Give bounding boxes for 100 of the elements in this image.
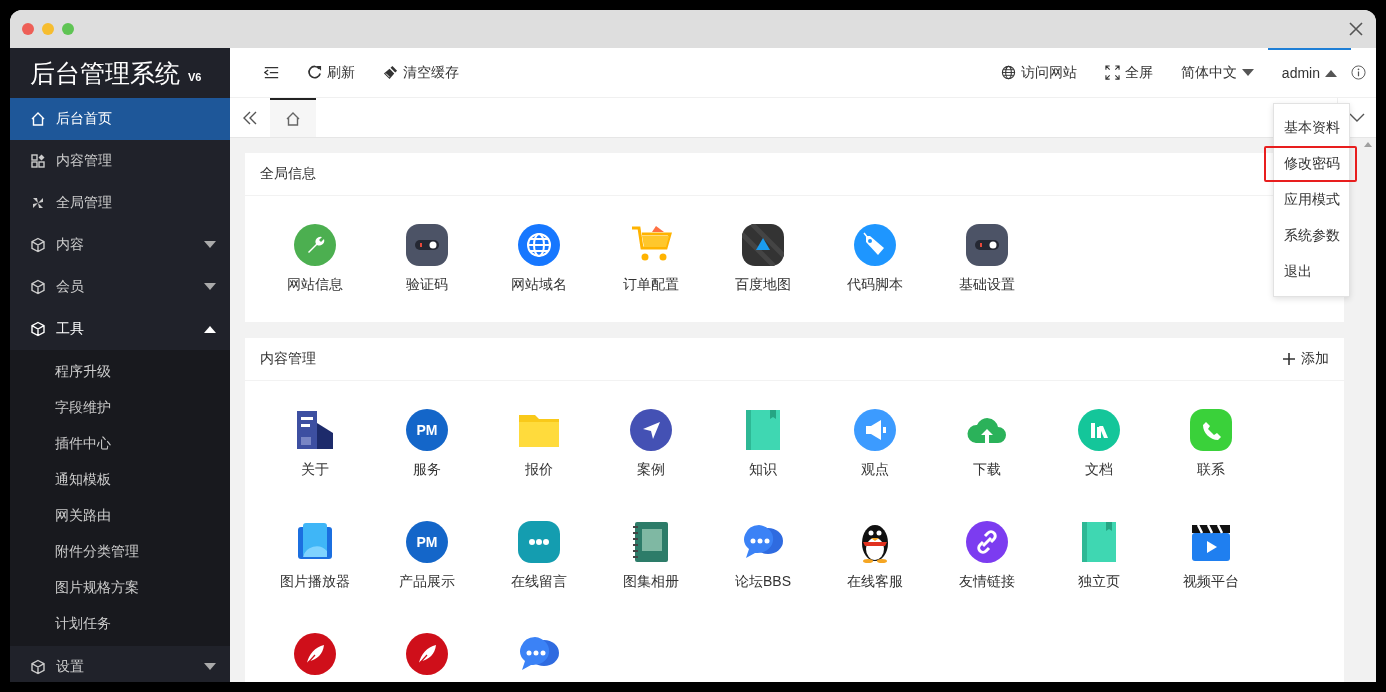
chevron-down-icon[interactable] [1349,112,1365,123]
feather-icon[interactable] [294,633,336,675]
shortcut-link[interactable]: 百度地图 [707,224,819,294]
cube-icon [30,659,46,675]
brush-icon [383,65,398,80]
menu-item[interactable]: 修改密码 [1264,146,1357,182]
panel-title: 全局信息 [260,165,316,183]
menu-item[interactable]: 退出 [1264,254,1357,290]
globe-icon [518,224,560,266]
panel-title: 内容管理 [260,350,316,368]
chat-icon [518,521,560,563]
caret-down-icon [204,241,216,249]
toolbar-button[interactable]: 全屏 [1090,47,1167,98]
shortcut-link[interactable]: 视频平台 [1155,521,1267,591]
minimize-dot[interactable] [42,23,54,35]
caret-up-icon [204,325,216,333]
shortcut-link[interactable]: 在线客服 [819,521,931,591]
shortcut-link[interactable]: 知识 [707,409,819,479]
zoom-dot[interactable] [62,23,74,35]
double-chevron-left-icon[interactable] [242,110,258,125]
shortcut-link[interactable]: 下载 [931,409,1043,479]
sidebar-item[interactable]: 工具 [10,308,230,350]
sidebar-item[interactable]: 内容管理 [10,140,230,182]
megaphone-icon [854,409,896,451]
building-icon [294,409,336,451]
info-icon[interactable] [1351,65,1366,80]
pm-icon: PM [406,409,448,451]
shortcut-link[interactable]: 关于 [259,409,371,479]
toolbar-button[interactable]: 访问网站 [986,47,1091,98]
cube-icon [30,279,46,295]
refresh-icon [307,65,322,80]
submenu-item[interactable]: 图片规格方案 [10,570,230,606]
shortcut-link[interactable]: PM 产品展示 [371,521,483,591]
sidebar-label: 全局管理 [56,194,113,212]
version-label: V6 [188,71,202,83]
shortcut-link[interactable]: 图片播放器 [259,521,371,591]
submenu-item[interactable]: 计划任务 [10,606,230,642]
dropdown-button[interactable]: 简体中文 [1166,47,1268,98]
home-icon [285,110,301,127]
submenu-item[interactable]: 网关路由 [10,498,230,534]
submenu-item[interactable]: 附件分类管理 [10,534,230,570]
close-dot[interactable] [22,23,34,35]
shortcut-link[interactable]: 文档 [1043,409,1155,479]
toggle-icon [966,224,1008,266]
shortcut-link[interactable]: 代码脚本 [819,224,931,294]
sidebar-item[interactable]: 内容 [10,224,230,266]
shortcut-link[interactable]: 验证码 [371,224,483,294]
shortcut-link[interactable]: 观点 [819,409,931,479]
shortcut-link[interactable]: 订单配置 [595,224,707,294]
shortcut-link[interactable]: 友情链接 [931,521,1043,591]
sidebar-label: 内容管理 [56,152,113,170]
shortcut-link[interactable]: 在线留言 [483,521,595,591]
home-icon [30,111,46,127]
fan-icon [30,195,46,211]
shortcut-link[interactable]: 网站信息 [259,224,371,294]
link-icon [966,521,1008,563]
add-button[interactable]: 添加 [1283,350,1329,368]
submenu-item[interactable]: 通知模板 [10,462,230,498]
shortcut-link[interactable]: PM 服务 [371,409,483,479]
menu-item[interactable]: 应用模式 [1264,182,1357,218]
phone-icon [1190,409,1232,451]
cube-icon [30,237,46,253]
caret-down-icon [204,283,216,291]
menu-item[interactable]: 基本资料 [1264,110,1357,146]
app-title: 后台管理系统 [30,57,180,89]
submenu-item[interactable]: 字段维护 [10,390,230,426]
feather-icon[interactable] [406,633,448,675]
submenu-item[interactable]: 程序升级 [10,354,230,390]
menu-item[interactable]: 系统参数 [1264,218,1357,254]
shortcut-link[interactable]: 论坛BBS [707,521,819,591]
toolbar-button[interactable]: 刷新 [293,47,369,98]
sidebar-item[interactable]: 全局管理 [10,182,230,224]
sidebar-label: 内容 [56,236,85,254]
shortcut-link[interactable]: 联系 [1155,409,1267,479]
home-tab[interactable] [270,98,316,137]
shortcut-link[interactable]: 报价 [483,409,595,479]
pm-icon: PM [406,521,448,563]
sidebar-item[interactable]: 设置 [10,646,230,682]
caret-down-icon [204,663,216,671]
plus-icon [1283,353,1295,365]
sidebar-label: 工具 [56,320,85,338]
tag-icon [854,224,896,266]
toolbar-button[interactable]: 清空缓存 [369,47,473,98]
shortcut-link[interactable]: 案例 [595,409,707,479]
send-icon [630,409,672,451]
globe-icon [1000,65,1016,80]
submenu-item[interactable]: 插件中心 [10,426,230,462]
shortcut-link[interactable]: 网站域名 [483,224,595,294]
cube-icon [30,321,46,337]
chart-icon [1078,409,1120,451]
sidebar-item[interactable]: 会员 [10,266,230,308]
map-arrow-icon [742,224,784,266]
caret-down-icon [1241,68,1254,77]
sidebar-item[interactable]: 后台首页 [10,98,230,140]
shortcut-link[interactable]: 图集相册 [595,521,707,591]
shortcut-link[interactable]: 基础设置 [931,224,1043,294]
menu-collapse-icon[interactable] [264,65,279,80]
shortcut-link[interactable]: 独立页 [1043,521,1155,591]
caret-up-icon [1325,68,1337,77]
close-icon[interactable] [1348,21,1364,37]
